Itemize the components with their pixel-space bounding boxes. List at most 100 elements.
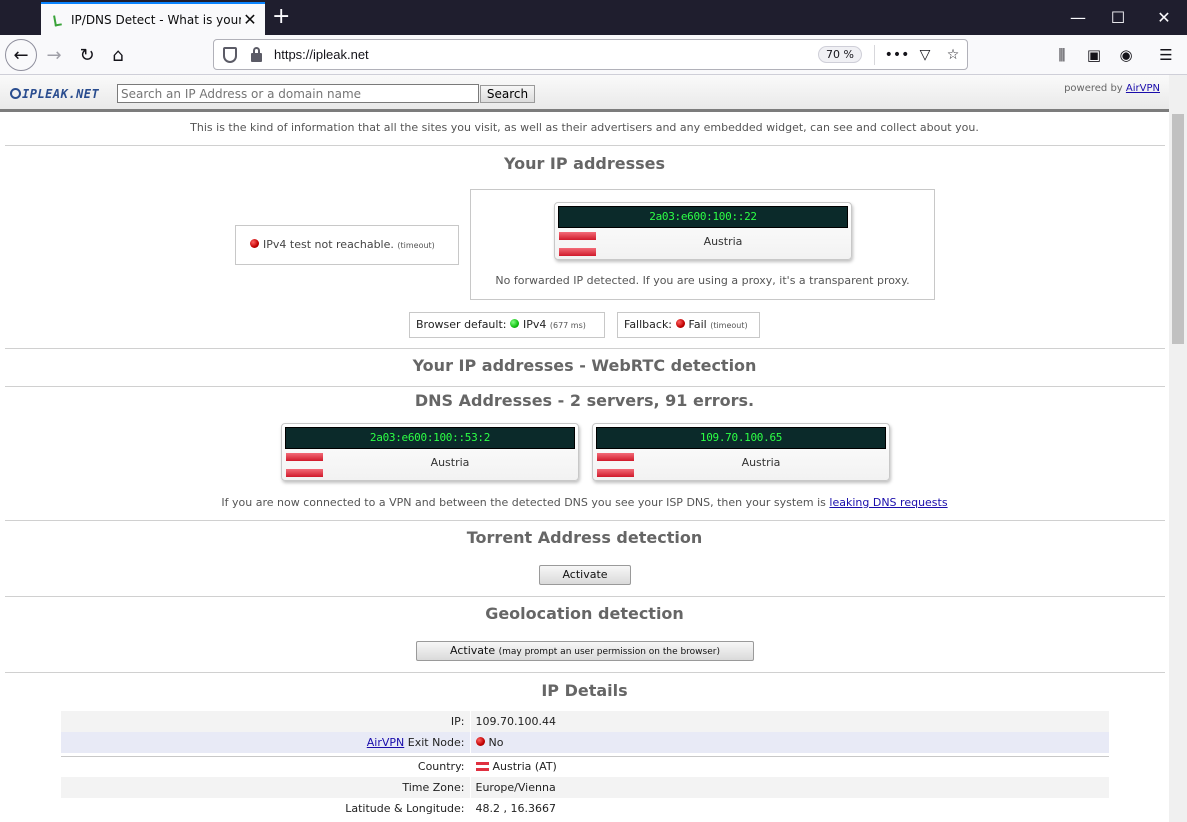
home-icon[interactable]: ⌂ <box>102 39 134 71</box>
divider <box>5 672 1165 673</box>
dns-server-card: 2a03:e600:100::53:2 Austria <box>281 423 579 481</box>
ip-label: IP: <box>61 711 471 732</box>
dns-country: Austria <box>741 456 781 469</box>
search-button[interactable]: Search <box>480 85 535 103</box>
menu-hamburger-icon[interactable]: ☰ <box>1155 44 1177 66</box>
tracking-protection-shield-icon[interactable] <box>223 46 237 63</box>
forward-arrow-icon[interactable]: → <box>38 39 70 71</box>
url-text[interactable]: https://ipleak.net <box>274 47 818 62</box>
tab-title: IP/DNS Detect - What is your IP <box>71 12 241 27</box>
browser-default-value: IPv4 <box>522 318 547 331</box>
page-content: IPLEAK.NET Search powered by AirVPN This… <box>0 75 1169 822</box>
lock-icon[interactable] <box>251 47 262 62</box>
geolocation-section-title: Geolocation detection <box>485 604 684 623</box>
webrtc-section-title: Your IP addresses - WebRTC detection <box>412 356 757 375</box>
browser-default-label: Browser default: <box>416 318 507 331</box>
scrollbar-thumb[interactable] <box>1172 114 1184 344</box>
magnifier-logo-icon <box>10 88 21 99</box>
window-close-icon[interactable]: ✕ <box>1141 0 1187 35</box>
dns-country: Austria <box>430 456 470 469</box>
country-label: Country: <box>61 756 471 777</box>
exit-node-value-cell: No <box>470 732 1109 753</box>
dns-ip-display: 109.70.100.65 <box>596 427 886 449</box>
timezone-label: Time Zone: <box>61 777 471 798</box>
divider <box>5 145 1165 146</box>
tab-strip: IP/DNS Detect - What is your IP ✕ + — ☐ … <box>0 0 1187 35</box>
table-row: AirVPN Exit Node: No <box>61 732 1109 753</box>
maximize-icon[interactable]: ☐ <box>1095 0 1141 35</box>
ipv4-timeout-note: (timeout) <box>397 241 435 250</box>
table-row: Country: Austria (AT) <box>61 756 1109 777</box>
latlon-label: Latitude & Longitude: <box>61 798 471 819</box>
dns-leak-note-text: If you are now connected to a VPN and be… <box>221 496 826 509</box>
fallback-value: Fail <box>688 318 707 331</box>
latlon-value: 48.2 , 16.3667 <box>475 802 556 815</box>
ipv6-card: 2a03:e600:100::22 Austria <box>554 202 852 260</box>
tab-close-icon[interactable]: ✕ <box>241 10 259 29</box>
ipv4-status-box: IPv4 test not reachable. (timeout) <box>235 225 459 265</box>
status-red-dot-icon <box>250 239 259 248</box>
fallback-label: Fallback: <box>624 318 673 331</box>
airvpn-link[interactable]: AirVPN <box>1126 83 1160 94</box>
geolocation-activate-button[interactable]: Activate (may prompt an user permission … <box>416 641 754 661</box>
airvpn-exit-link[interactable]: AirVPN <box>367 736 405 749</box>
pocket-icon[interactable]: ▽ <box>911 47 939 63</box>
ipv6-country: Austria <box>703 235 743 248</box>
torrent-section-title: Torrent Address detection <box>466 528 703 547</box>
austria-flag-icon <box>286 453 323 477</box>
page-actions-icon[interactable]: ••• <box>883 47 911 63</box>
reload-icon[interactable]: ↻ <box>71 39 103 71</box>
fallback-note: (timeout) <box>710 321 748 330</box>
powered-by-label: powered by <box>1064 83 1123 94</box>
navigation-toolbar: ← → ↻ ⌂ https://ipleak.net 70 % ••• ▽ ☆ … <box>0 35 1187 75</box>
dns-server-card: 109.70.100.65 Austria <box>592 423 890 481</box>
table-row: Latitude & Longitude: 48.2 , 16.3667 <box>61 798 1109 819</box>
geolocation-permission-note: (may prompt an user permission on the br… <box>498 647 720 657</box>
ip-value: 109.70.100.44 <box>470 711 1109 732</box>
ip-details-title: IP Details <box>541 681 628 700</box>
urlbar-separator <box>874 44 875 65</box>
ipv6-address-display: 2a03:e600:100::22 <box>558 206 848 228</box>
table-row: IP: 109.70.100.44 <box>61 711 1109 732</box>
fallback-badge: Fallback: Fail (timeout) <box>617 312 760 338</box>
country-value: Austria (AT) <box>492 760 557 774</box>
browser-default-ms: (677 ms) <box>549 321 586 330</box>
country-value-cell: Austria (AT) <box>470 756 1109 777</box>
leaking-dns-link[interactable]: leaking DNS requests <box>829 496 947 509</box>
austria-flag-icon <box>475 762 489 772</box>
sidebar-icon[interactable]: ▣ <box>1083 44 1105 66</box>
divider <box>5 386 1165 387</box>
ip-search-input[interactable] <box>117 84 479 103</box>
dns-section-title: DNS Addresses - 2 servers, 91 errors. <box>414 391 755 410</box>
browser-default-badge: Browser default: IPv4 (677 ms) <box>409 312 605 338</box>
austria-flag-icon <box>559 232 596 256</box>
new-tab-icon[interactable]: + <box>272 6 290 28</box>
account-icon[interactable]: ◉ <box>1115 44 1137 66</box>
ipleak-logo[interactable]: IPLEAK.NET <box>10 87 99 101</box>
exit-node-label-cell: AirVPN Exit Node: <box>61 732 471 753</box>
timezone-value: Europe/Vienna <box>470 777 1109 798</box>
geolocation-activate-label: Activate <box>450 644 496 657</box>
address-bar[interactable]: https://ipleak.net 70 % ••• ▽ ☆ <box>213 39 968 70</box>
bookmark-star-icon[interactable]: ☆ <box>939 47 967 63</box>
intro-text: This is the kind of information that all… <box>190 121 979 134</box>
page-scrollbar[interactable] <box>1169 75 1187 822</box>
tab-ipleak[interactable]: IP/DNS Detect - What is your IP ✕ <box>41 2 265 35</box>
divider <box>5 348 1165 349</box>
ip-section-title: Your IP addresses <box>503 154 666 173</box>
status-red-dot-icon <box>475 737 485 746</box>
status-green-dot-icon <box>509 319 519 328</box>
powered-by: powered by AirVPN <box>1064 83 1160 94</box>
zoom-level-badge[interactable]: 70 % <box>818 46 862 63</box>
back-arrow-icon[interactable]: ← <box>5 39 37 71</box>
library-icon[interactable]: ⫼ <box>1051 44 1073 66</box>
exit-node-value: No <box>488 736 504 749</box>
forwarded-ip-note: No forwarded IP detected. If you are usi… <box>495 274 910 287</box>
ipleak-favicon-icon <box>51 14 63 26</box>
divider <box>5 596 1165 597</box>
divider <box>5 520 1165 521</box>
torrent-activate-button[interactable]: Activate <box>539 565 631 585</box>
logo-text: IPLEAK.NET <box>22 87 100 101</box>
status-red-dot-icon <box>675 319 685 328</box>
ip-details-table: IP: 109.70.100.44 AirVPN Exit Node: No C… <box>61 711 1109 819</box>
